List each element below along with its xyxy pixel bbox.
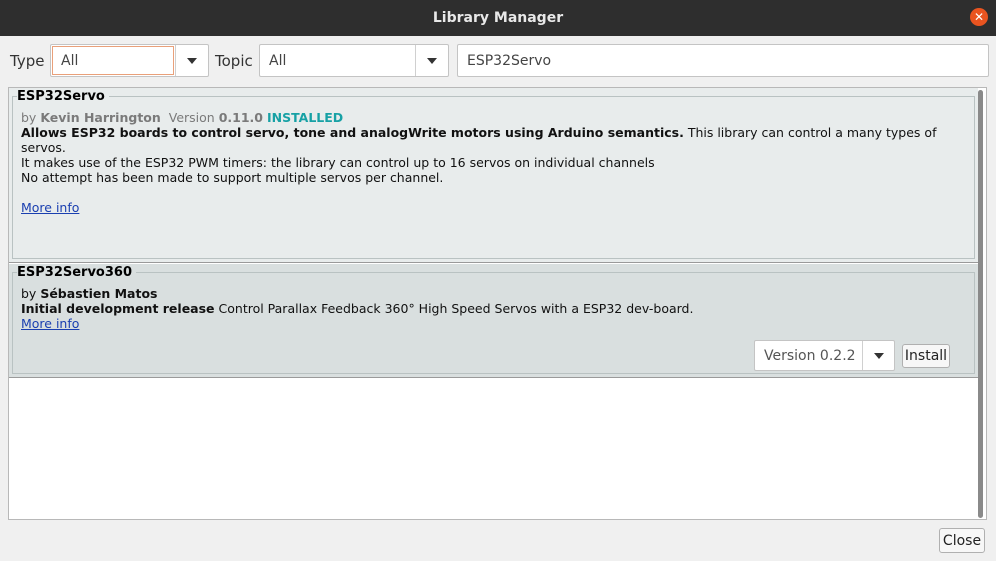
- library-version: 0.11.0: [218, 110, 263, 125]
- topic-value: All: [269, 52, 287, 69]
- more-info-link[interactable]: More info: [21, 200, 79, 215]
- search-input-value: ESP32Servo: [467, 52, 552, 69]
- topic-label: Topic: [215, 52, 253, 70]
- library-byline: by Sébastien Matos: [21, 286, 158, 301]
- chevron-down-icon[interactable]: [415, 45, 448, 76]
- more-info-link[interactable]: More info: [21, 316, 79, 331]
- library-byline: by Kevin Harrington Version 0.11.0 INSTA…: [21, 110, 344, 125]
- list-item-esp32servo360[interactable]: ESP32Servo360 by Sébastien Matos Initial…: [9, 264, 978, 378]
- library-author: Sébastien Matos: [40, 286, 158, 301]
- library-summary: Initial development release: [21, 301, 215, 316]
- chevron-down-icon[interactable]: [862, 341, 894, 370]
- search-input[interactable]: ESP32Servo: [457, 44, 989, 77]
- list-item-esp32servo[interactable]: ESP32Servo by Kevin Harrington Version 0…: [9, 88, 978, 263]
- window-close-button[interactable]: ✕: [970, 8, 988, 26]
- topic-dropdown[interactable]: All: [259, 44, 449, 77]
- library-list[interactable]: ESP32Servo by Kevin Harrington Version 0…: [8, 87, 987, 520]
- scrollbar[interactable]: [978, 90, 983, 518]
- chevron-down-icon[interactable]: [175, 45, 208, 76]
- type-dropdown[interactable]: All: [50, 44, 209, 77]
- type-label: Type: [10, 52, 45, 70]
- type-value: All: [52, 46, 174, 75]
- version-dropdown[interactable]: Version 0.2.2: [754, 340, 895, 371]
- library-name: ESP32Servo: [17, 89, 109, 104]
- version-value: Version 0.2.2: [764, 347, 856, 364]
- install-button[interactable]: Install: [902, 344, 950, 368]
- library-summary: Allows ESP32 boards to control servo, to…: [21, 125, 684, 140]
- library-name: ESP32Servo360: [17, 265, 136, 280]
- library-description: Allows ESP32 boards to control servo, to…: [21, 125, 937, 185]
- installed-badge: INSTALLED: [266, 110, 344, 125]
- close-button[interactable]: Close: [939, 528, 985, 553]
- window-title: Library Manager: [432, 10, 564, 26]
- library-description: Initial development release Control Para…: [21, 301, 694, 316]
- library-author: Kevin Harrington: [40, 110, 161, 125]
- title-bar: Library Manager ✕: [0, 0, 996, 36]
